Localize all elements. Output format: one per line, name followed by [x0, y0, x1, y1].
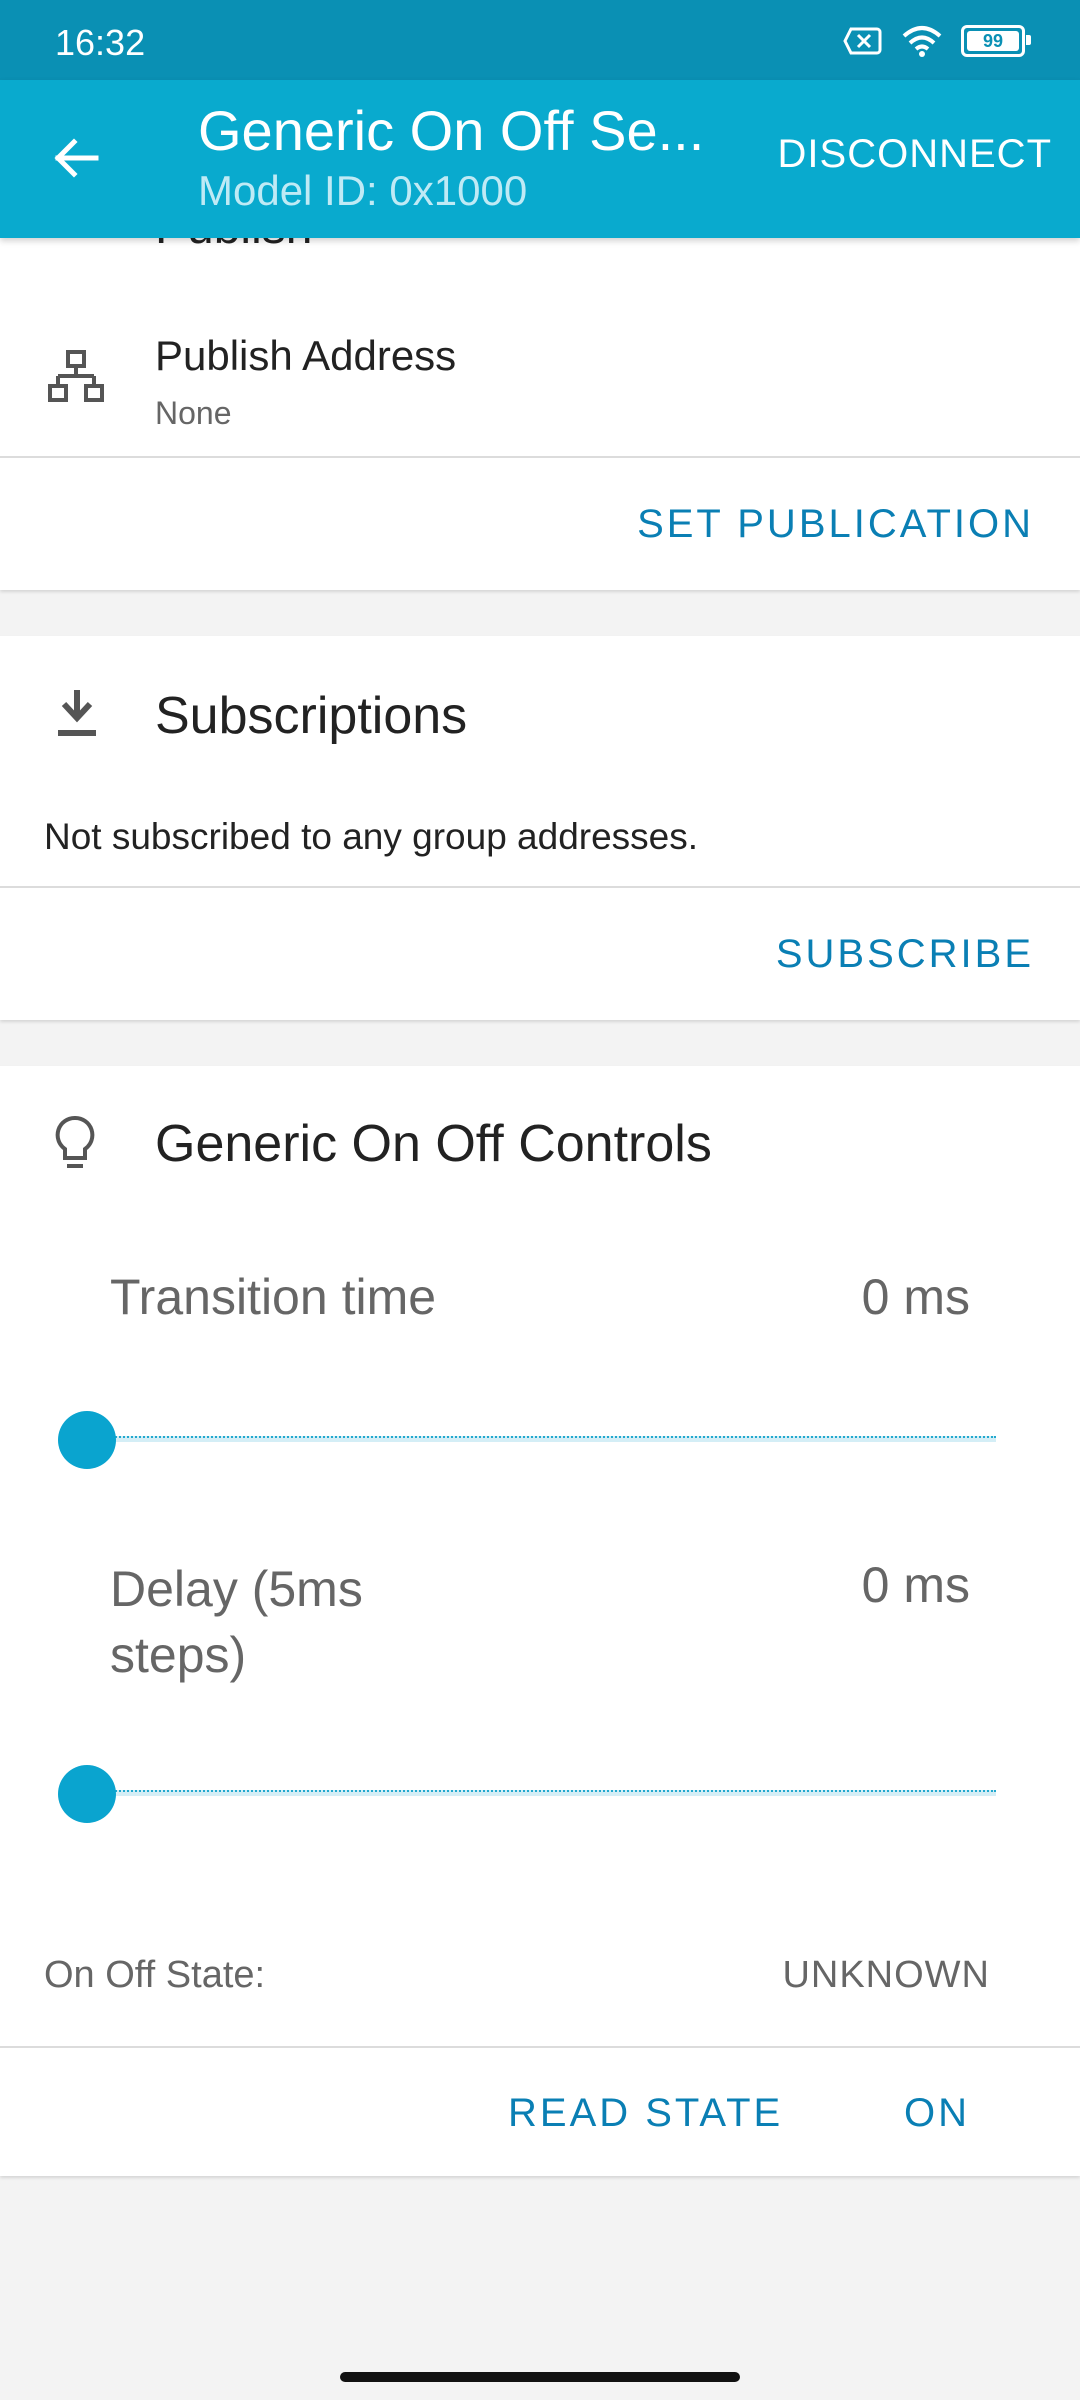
slider-thumb[interactable]: [58, 1411, 116, 1469]
divider: [0, 886, 1080, 888]
subscribe-button[interactable]: SUBSCRIBE: [776, 932, 1034, 977]
publish-address-label: Publish Address: [155, 332, 457, 379]
on-off-state-value: UNKNOWN: [782, 1954, 990, 1996]
divider: [0, 2046, 1080, 2048]
publish-address-value: None: [155, 395, 232, 431]
status-time: 16:32: [55, 22, 146, 63]
status-icons: 99: [843, 24, 1031, 58]
on-button[interactable]: ON: [904, 2091, 970, 2136]
set-publication-button[interactable]: SET PUBLICATION: [637, 502, 1034, 547]
disconnect-button[interactable]: DISCONNECT: [778, 132, 1052, 177]
download-icon: [58, 690, 96, 736]
back-arrow-icon[interactable]: [48, 130, 104, 186]
delay-label-line1: Delay (5ms: [110, 1561, 363, 1617]
slider-ticks: [88, 1790, 996, 1800]
title-block: Generic On Off Se... Model ID: 0x1000: [198, 98, 758, 215]
read-state-button[interactable]: READ STATE: [508, 2091, 783, 2136]
transition-time-label: Transition time: [110, 1269, 437, 1325]
subscriptions-message: Not subscribed to any group addresses.: [44, 816, 699, 857]
publish-card: Publish Publish Address None SET PUBLICA…: [0, 200, 1080, 590]
delay-label: Delay (5ms steps): [110, 1556, 363, 1688]
app-bar: Generic On Off Se... Model ID: 0x1000 DI…: [0, 80, 1080, 238]
lightbulb-icon: [55, 1115, 95, 1168]
delay-value: 0 ms: [861, 1557, 970, 1613]
subscriptions-card: Subscriptions Not subscribed to any grou…: [0, 636, 1080, 1020]
battery-icon: 99: [961, 25, 1031, 57]
controls-title: Generic On Off Controls: [155, 1115, 712, 1173]
battery-level: 99: [982, 30, 1004, 51]
status-bar: 16:32 99: [0, 0, 1080, 80]
wifi-icon: [902, 26, 942, 57]
home-indicator: [340, 2372, 740, 2382]
delay-label-line2: steps): [110, 1627, 247, 1683]
divider: [0, 456, 1080, 458]
slider-thumb[interactable]: [58, 1765, 116, 1823]
on-off-state-label: On Off State:: [44, 1954, 266, 1996]
network-icon: [48, 350, 104, 402]
subscriptions-title: Subscriptions: [155, 687, 468, 745]
page-title: Generic On Off Se...: [198, 99, 705, 162]
page-subtitle: Model ID: 0x1000: [198, 167, 528, 214]
sim-x-icon: [843, 27, 882, 55]
transition-time-value: 0 ms: [861, 1269, 970, 1325]
controls-card: Generic On Off Controls Transition time …: [0, 1066, 1080, 2176]
slider-ticks: [88, 1436, 996, 1446]
